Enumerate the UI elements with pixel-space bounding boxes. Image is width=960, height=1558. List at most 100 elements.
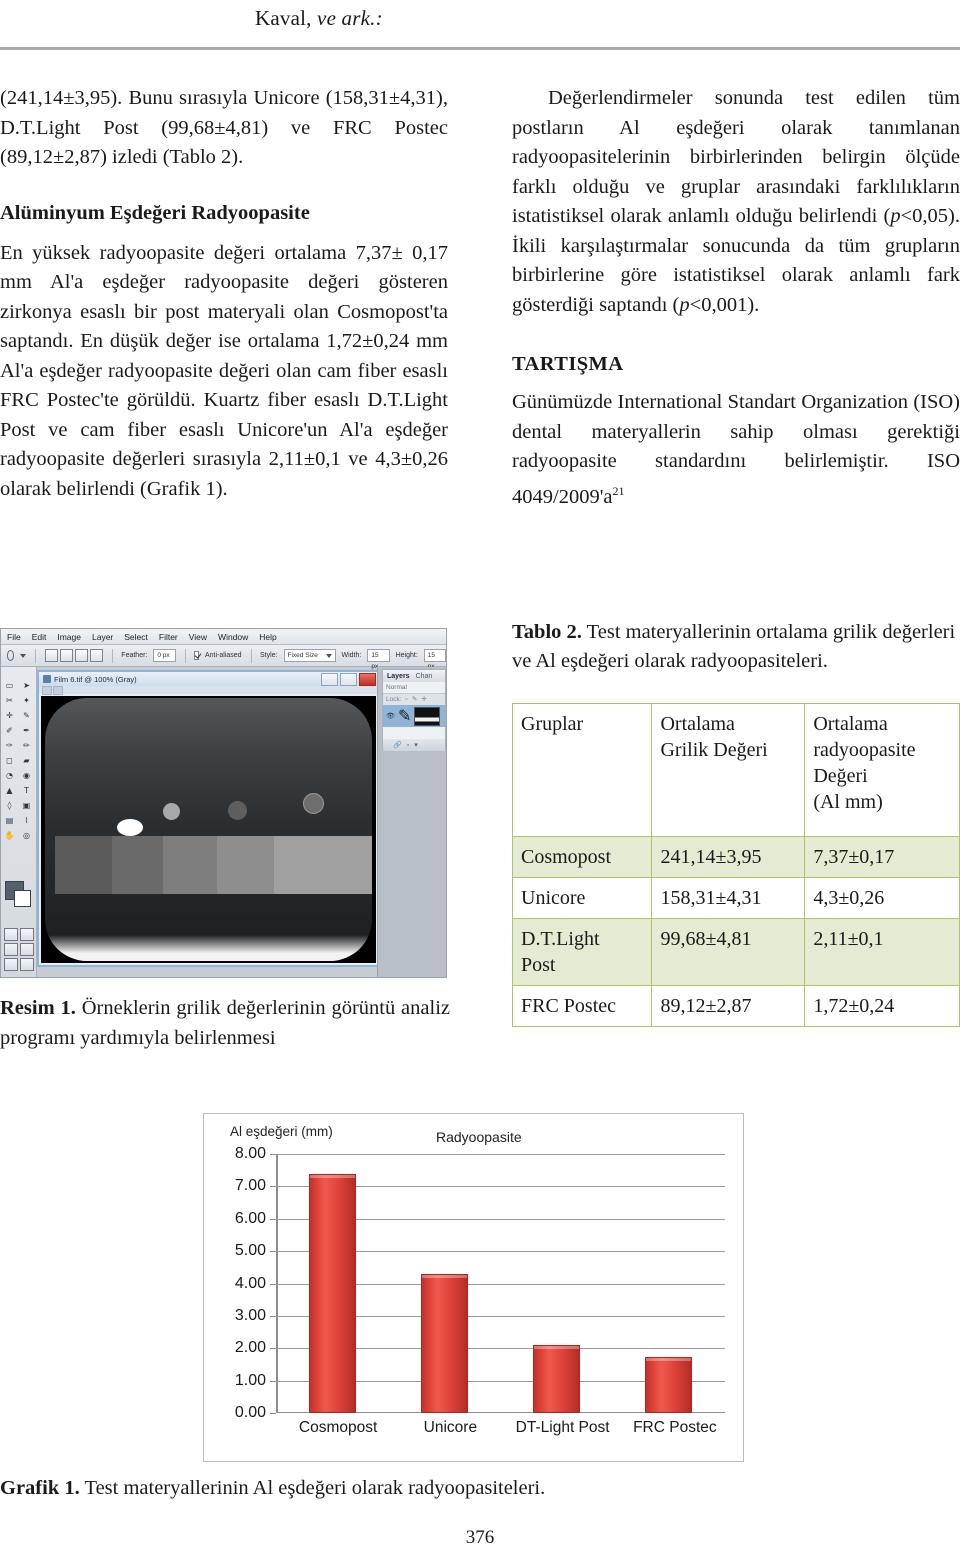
path-selection-tool-icon[interactable]: ▲ bbox=[1, 783, 18, 798]
gradient-tool-icon[interactable]: ▰ bbox=[18, 753, 35, 768]
lasso-tool-icon[interactable]: ✂ bbox=[1, 693, 18, 708]
clone-stamp-tool-icon[interactable]: ✑ bbox=[1, 738, 18, 753]
eyedropper-tool-icon[interactable]: ⌇ bbox=[18, 813, 35, 828]
menu-item-edit[interactable]: Edit bbox=[32, 632, 47, 642]
history-brush-tool-icon[interactable]: ✏ bbox=[18, 738, 35, 753]
feather-input[interactable]: 0 px bbox=[153, 649, 176, 662]
layer-row[interactable]: 👁 ✎ bbox=[383, 705, 445, 727]
header-line: Ortalama bbox=[813, 713, 888, 735]
color-swatches[interactable] bbox=[5, 881, 31, 907]
standard-mask-mode-icon[interactable] bbox=[4, 928, 18, 941]
window-buttons[interactable] bbox=[321, 673, 376, 686]
grafik1-caption: Grafik 1. Test materyallerinin Al eşdeğe… bbox=[0, 1474, 700, 1502]
tab-chip[interactable] bbox=[42, 686, 52, 695]
slice-tool-icon[interactable]: ✎ bbox=[18, 708, 35, 723]
dodge-tool-icon[interactable]: ◉ bbox=[18, 768, 35, 783]
maximize-icon[interactable] bbox=[340, 673, 357, 686]
menu-item-filter[interactable]: Filter bbox=[159, 632, 178, 642]
left-paragraph-2: En yüksek radyoopasite değeri ortalama 7… bbox=[0, 241, 448, 500]
intersect-selection-icon[interactable] bbox=[89, 649, 103, 662]
menu-item-select[interactable]: Select bbox=[124, 632, 148, 642]
chevron-down-icon[interactable] bbox=[20, 653, 27, 658]
crop-tool-icon[interactable]: ✛ bbox=[1, 708, 18, 723]
selection-mode-buttons[interactable] bbox=[44, 649, 103, 662]
layers-panel[interactable]: Layers Chan Normal Lock: ▫ ✎ ✛ 👁 ✎ 🔗 ▫ ▾ bbox=[382, 669, 446, 751]
menu-item-layer[interactable]: Layer bbox=[92, 632, 113, 642]
elliptical-marquee-icon[interactable] bbox=[7, 650, 15, 661]
move-tool-icon[interactable]: ➤ bbox=[18, 678, 35, 693]
type-tool-icon[interactable]: T bbox=[18, 783, 35, 798]
right-paragraph-2-a: Günümüzde International Standart Organiz… bbox=[512, 391, 960, 508]
table-header-ortalama-radyoopasite: Ortalama radyoopasite Değeri (Al mm) bbox=[804, 703, 960, 837]
chart-x-tick-label: Cosmopost bbox=[298, 1419, 378, 1436]
shape-tool-icon[interactable]: ▣ bbox=[18, 798, 35, 813]
document-canvas[interactable] bbox=[41, 696, 376, 963]
blend-mode-select[interactable]: Normal bbox=[383, 682, 445, 694]
new-selection-icon[interactable] bbox=[44, 649, 58, 662]
lock-transparent-icon[interactable]: ▫ bbox=[406, 694, 408, 705]
lock-position-icon[interactable]: ✛ bbox=[421, 694, 426, 705]
photoshop-panel-dock[interactable]: Layers Chan Normal Lock: ▫ ✎ ✛ 👁 ✎ 🔗 ▫ ▾ bbox=[377, 667, 446, 977]
subtract-selection-icon[interactable] bbox=[74, 649, 88, 662]
width-input[interactable]: 15 px bbox=[367, 649, 390, 670]
quick-mask-mode-icon[interactable] bbox=[20, 928, 34, 941]
tab-channels[interactable]: Chan bbox=[416, 673, 433, 680]
pen-tool-icon[interactable]: ◊ bbox=[1, 798, 18, 813]
chevron-down-icon[interactable] bbox=[325, 653, 332, 658]
photoshop-document-window[interactable]: Film 6.tif @ 100% (Gray) bbox=[37, 670, 380, 967]
link-layers-icon[interactable]: 🔗 bbox=[393, 741, 402, 749]
layers-panel-footer[interactable]: 🔗 ▫ ▾ bbox=[383, 739, 445, 751]
link-icon[interactable]: ✎ bbox=[398, 706, 411, 726]
add-selection-icon[interactable] bbox=[59, 649, 73, 662]
close-icon[interactable] bbox=[359, 673, 376, 686]
jump-to-imageready-icon[interactable] bbox=[20, 958, 34, 971]
brush-tool-icon[interactable]: ✒ bbox=[18, 723, 35, 738]
menu-item-view[interactable]: View bbox=[189, 632, 207, 642]
chart-x-tick-label: DT-Light Post bbox=[515, 1419, 610, 1436]
tool-grid[interactable]: ▭ ➤ ✂ ✦ ✛ ✎ ✐ ✒ ✑ ✏ ◻ ▰ ◔ ◉ ▲ T ◊ ▣ ▤ ⌇ ✋ ◎ bbox=[1, 667, 36, 843]
standard-screen-mode-icon[interactable] bbox=[4, 943, 18, 956]
chart-gridline bbox=[276, 1154, 725, 1155]
background-color-swatch[interactable] bbox=[14, 890, 31, 907]
reference-superscript: 21 bbox=[612, 483, 625, 498]
running-head-author: Kaval, bbox=[255, 6, 312, 30]
full-screen-menubar-mode-icon[interactable] bbox=[4, 958, 18, 971]
new-layer-icon[interactable]: ▫ bbox=[407, 742, 409, 749]
menu-item-image[interactable]: Image bbox=[57, 632, 81, 642]
height-input[interactable]: 15 px bbox=[423, 649, 446, 670]
healing-brush-tool-icon[interactable]: ✐ bbox=[1, 723, 18, 738]
style-select[interactable]: Fixed Size bbox=[283, 649, 336, 662]
menu-item-window[interactable]: Window bbox=[218, 632, 248, 642]
zoom-tool-icon[interactable]: ◎ bbox=[18, 828, 35, 843]
hand-tool-icon[interactable]: ✋ bbox=[1, 828, 18, 843]
minimize-icon[interactable] bbox=[321, 673, 338, 686]
photoshop-options-bar[interactable]: Feather: 0 px Anti-aliased Style: Fixed … bbox=[1, 645, 446, 670]
lock-row[interactable]: Lock: ▫ ✎ ✛ bbox=[383, 694, 445, 705]
photoshop-toolbox[interactable]: ▭ ➤ ✂ ✦ ✛ ✎ ✐ ✒ ✑ ✏ ◻ ▰ ◔ ◉ ▲ T ◊ ▣ ▤ ⌇ ✋ ◎ bbox=[1, 667, 37, 977]
notes-tool-icon[interactable]: ▤ bbox=[1, 813, 18, 828]
antialiased-checkbox[interactable] bbox=[194, 651, 199, 660]
lock-image-icon[interactable]: ✎ bbox=[412, 694, 417, 705]
menu-item-file[interactable]: File bbox=[7, 632, 21, 642]
tab-layers[interactable]: Layers bbox=[387, 673, 410, 680]
delete-layer-icon[interactable]: ▾ bbox=[414, 741, 418, 749]
toolbox-mode-buttons[interactable] bbox=[4, 928, 34, 971]
menu-item-help[interactable]: Help bbox=[259, 632, 276, 642]
eraser-tool-icon[interactable]: ◻ bbox=[1, 753, 18, 768]
chart-y-axis-label: Al eşdeğeri (mm) bbox=[230, 1124, 333, 1139]
feather-label: Feather: bbox=[121, 652, 148, 659]
full-screen-mode-icon[interactable] bbox=[20, 943, 34, 956]
layers-panel-tabs[interactable]: Layers Chan bbox=[383, 670, 445, 682]
header-line: Grilik Değeri bbox=[660, 739, 768, 761]
document-tab-strip[interactable] bbox=[39, 686, 378, 695]
tab-chip[interactable] bbox=[53, 686, 63, 695]
photoshop-menu-bar[interactable]: File Edit Image Layer Select Filter View… bbox=[1, 629, 446, 645]
eye-icon[interactable]: 👁 bbox=[386, 712, 395, 721]
magic-wand-tool-icon[interactable]: ✦ bbox=[18, 693, 35, 708]
table-header-gruplar: Gruplar bbox=[511, 703, 653, 837]
resim1-caption: Resim 1. Örneklerin grilik değerlerinin … bbox=[0, 994, 450, 1053]
blur-tool-icon[interactable]: ◔ bbox=[1, 768, 18, 783]
document-title-bar[interactable]: Film 6.tif @ 100% (Gray) bbox=[39, 672, 378, 686]
layer-thumbnail bbox=[414, 706, 441, 726]
marquee-tool-icon[interactable]: ▭ bbox=[1, 678, 18, 693]
